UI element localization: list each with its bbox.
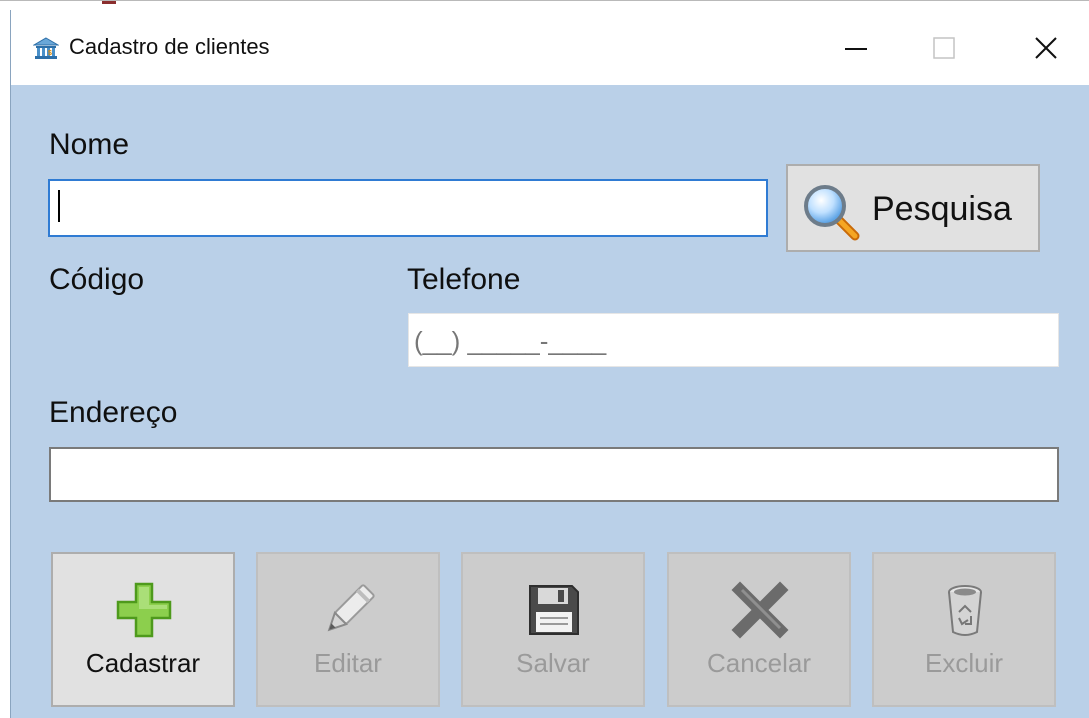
excluir-label: Excluir: [924, 648, 1003, 678]
pesquisa-label: Pesquisa: [872, 190, 1012, 228]
window-title: Cadastro de clientes: [69, 34, 270, 59]
cadastrar-label: Cadastrar: [85, 648, 201, 678]
text-caret: [58, 190, 60, 222]
telefone-label: Telefone: [407, 263, 521, 296]
bank-icon: $: [33, 37, 59, 59]
endereco-label: Endereço: [49, 396, 178, 429]
close-icon: [1035, 36, 1057, 59]
pencil-icon: [327, 584, 375, 632]
plus-icon: [116, 582, 172, 638]
title-bar[interactable]: $ Cadastro de clientes: [11, 10, 1089, 85]
maximize-button[interactable]: [900, 10, 988, 85]
cancelar-label: Cancelar: [706, 648, 812, 678]
minimize-button[interactable]: [812, 10, 900, 85]
telefone-mask: (__) _____-____: [414, 326, 607, 356]
nome-input[interactable]: [48, 179, 768, 237]
pesquisa-button[interactable]: Pesquisa: [786, 164, 1040, 252]
maximize-icon: [933, 36, 955, 59]
recycle-bin-icon: [948, 585, 982, 636]
telefone-input[interactable]: (__) _____-____: [408, 313, 1059, 367]
x-icon: [731, 581, 789, 639]
svg-text:$: $: [48, 50, 52, 57]
background-window-accent: [102, 1, 116, 4]
editar-button[interactable]: Editar: [256, 552, 440, 707]
salvar-button[interactable]: Salvar: [461, 552, 645, 707]
cadastro-window: $ Cadastro de clientes Nome Pesquisa Cód…: [10, 10, 1089, 718]
editar-label: Editar: [314, 648, 382, 678]
close-button[interactable]: [1002, 10, 1089, 85]
floppy-disk-icon: [529, 585, 579, 635]
magnifier-icon: [804, 185, 860, 241]
endereco-input[interactable]: [49, 447, 1059, 502]
minimize-icon: [845, 47, 867, 50]
cancelar-button[interactable]: Cancelar: [667, 552, 851, 707]
cadastrar-button[interactable]: Cadastrar: [51, 552, 235, 707]
codigo-label: Código: [49, 263, 145, 296]
nome-label: Nome: [49, 128, 130, 161]
excluir-button[interactable]: Excluir: [872, 552, 1056, 707]
salvar-label: Salvar: [516, 648, 590, 678]
